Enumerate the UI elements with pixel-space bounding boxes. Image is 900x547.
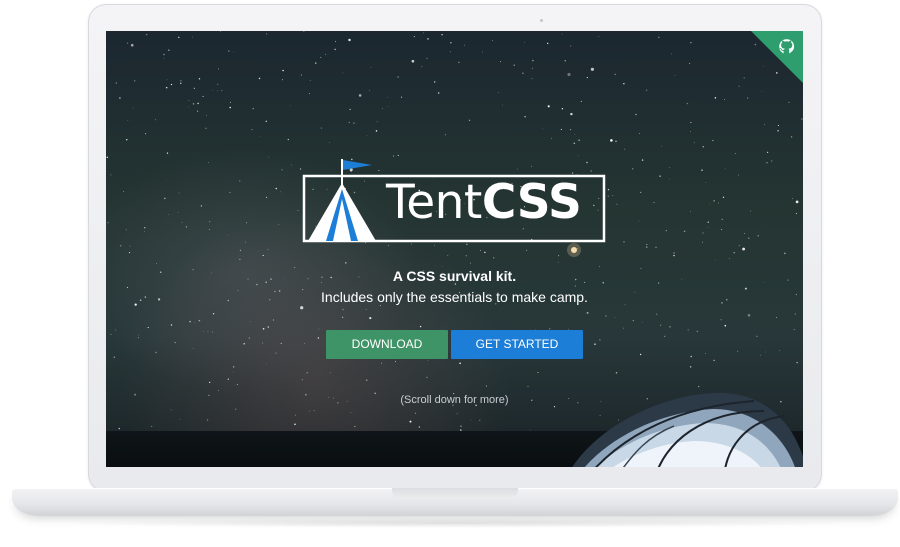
logo-word-tent: Tent <box>386 175 482 230</box>
laptop-base <box>12 488 898 516</box>
logo-wordmark: TentCSS <box>386 179 582 226</box>
github-corner-link[interactable] <box>751 31 803 83</box>
download-button[interactable]: DOWNLOAD <box>326 330 448 359</box>
hero-tagline: A CSS survival kit. <box>392 268 517 284</box>
laptop-shadow <box>60 518 850 528</box>
scroll-hint: (Scroll down for more) <box>400 394 509 406</box>
get-started-button[interactable]: GET STARTED <box>451 330 583 359</box>
laptop-screen: TentCSS A CSS survival kit. Includes onl… <box>106 31 803 467</box>
hero-section: TentCSS A CSS survival kit. Includes onl… <box>106 31 803 467</box>
camera-dot <box>540 19 543 22</box>
hero-subtagline: Includes only the essentials to make cam… <box>321 289 588 305</box>
laptop-mockup: TentCSS A CSS survival kit. Includes onl… <box>0 0 900 547</box>
tentcss-logo: TentCSS <box>302 157 608 247</box>
laptop-notch <box>392 488 518 499</box>
logo-word-css: CSS <box>481 175 582 230</box>
